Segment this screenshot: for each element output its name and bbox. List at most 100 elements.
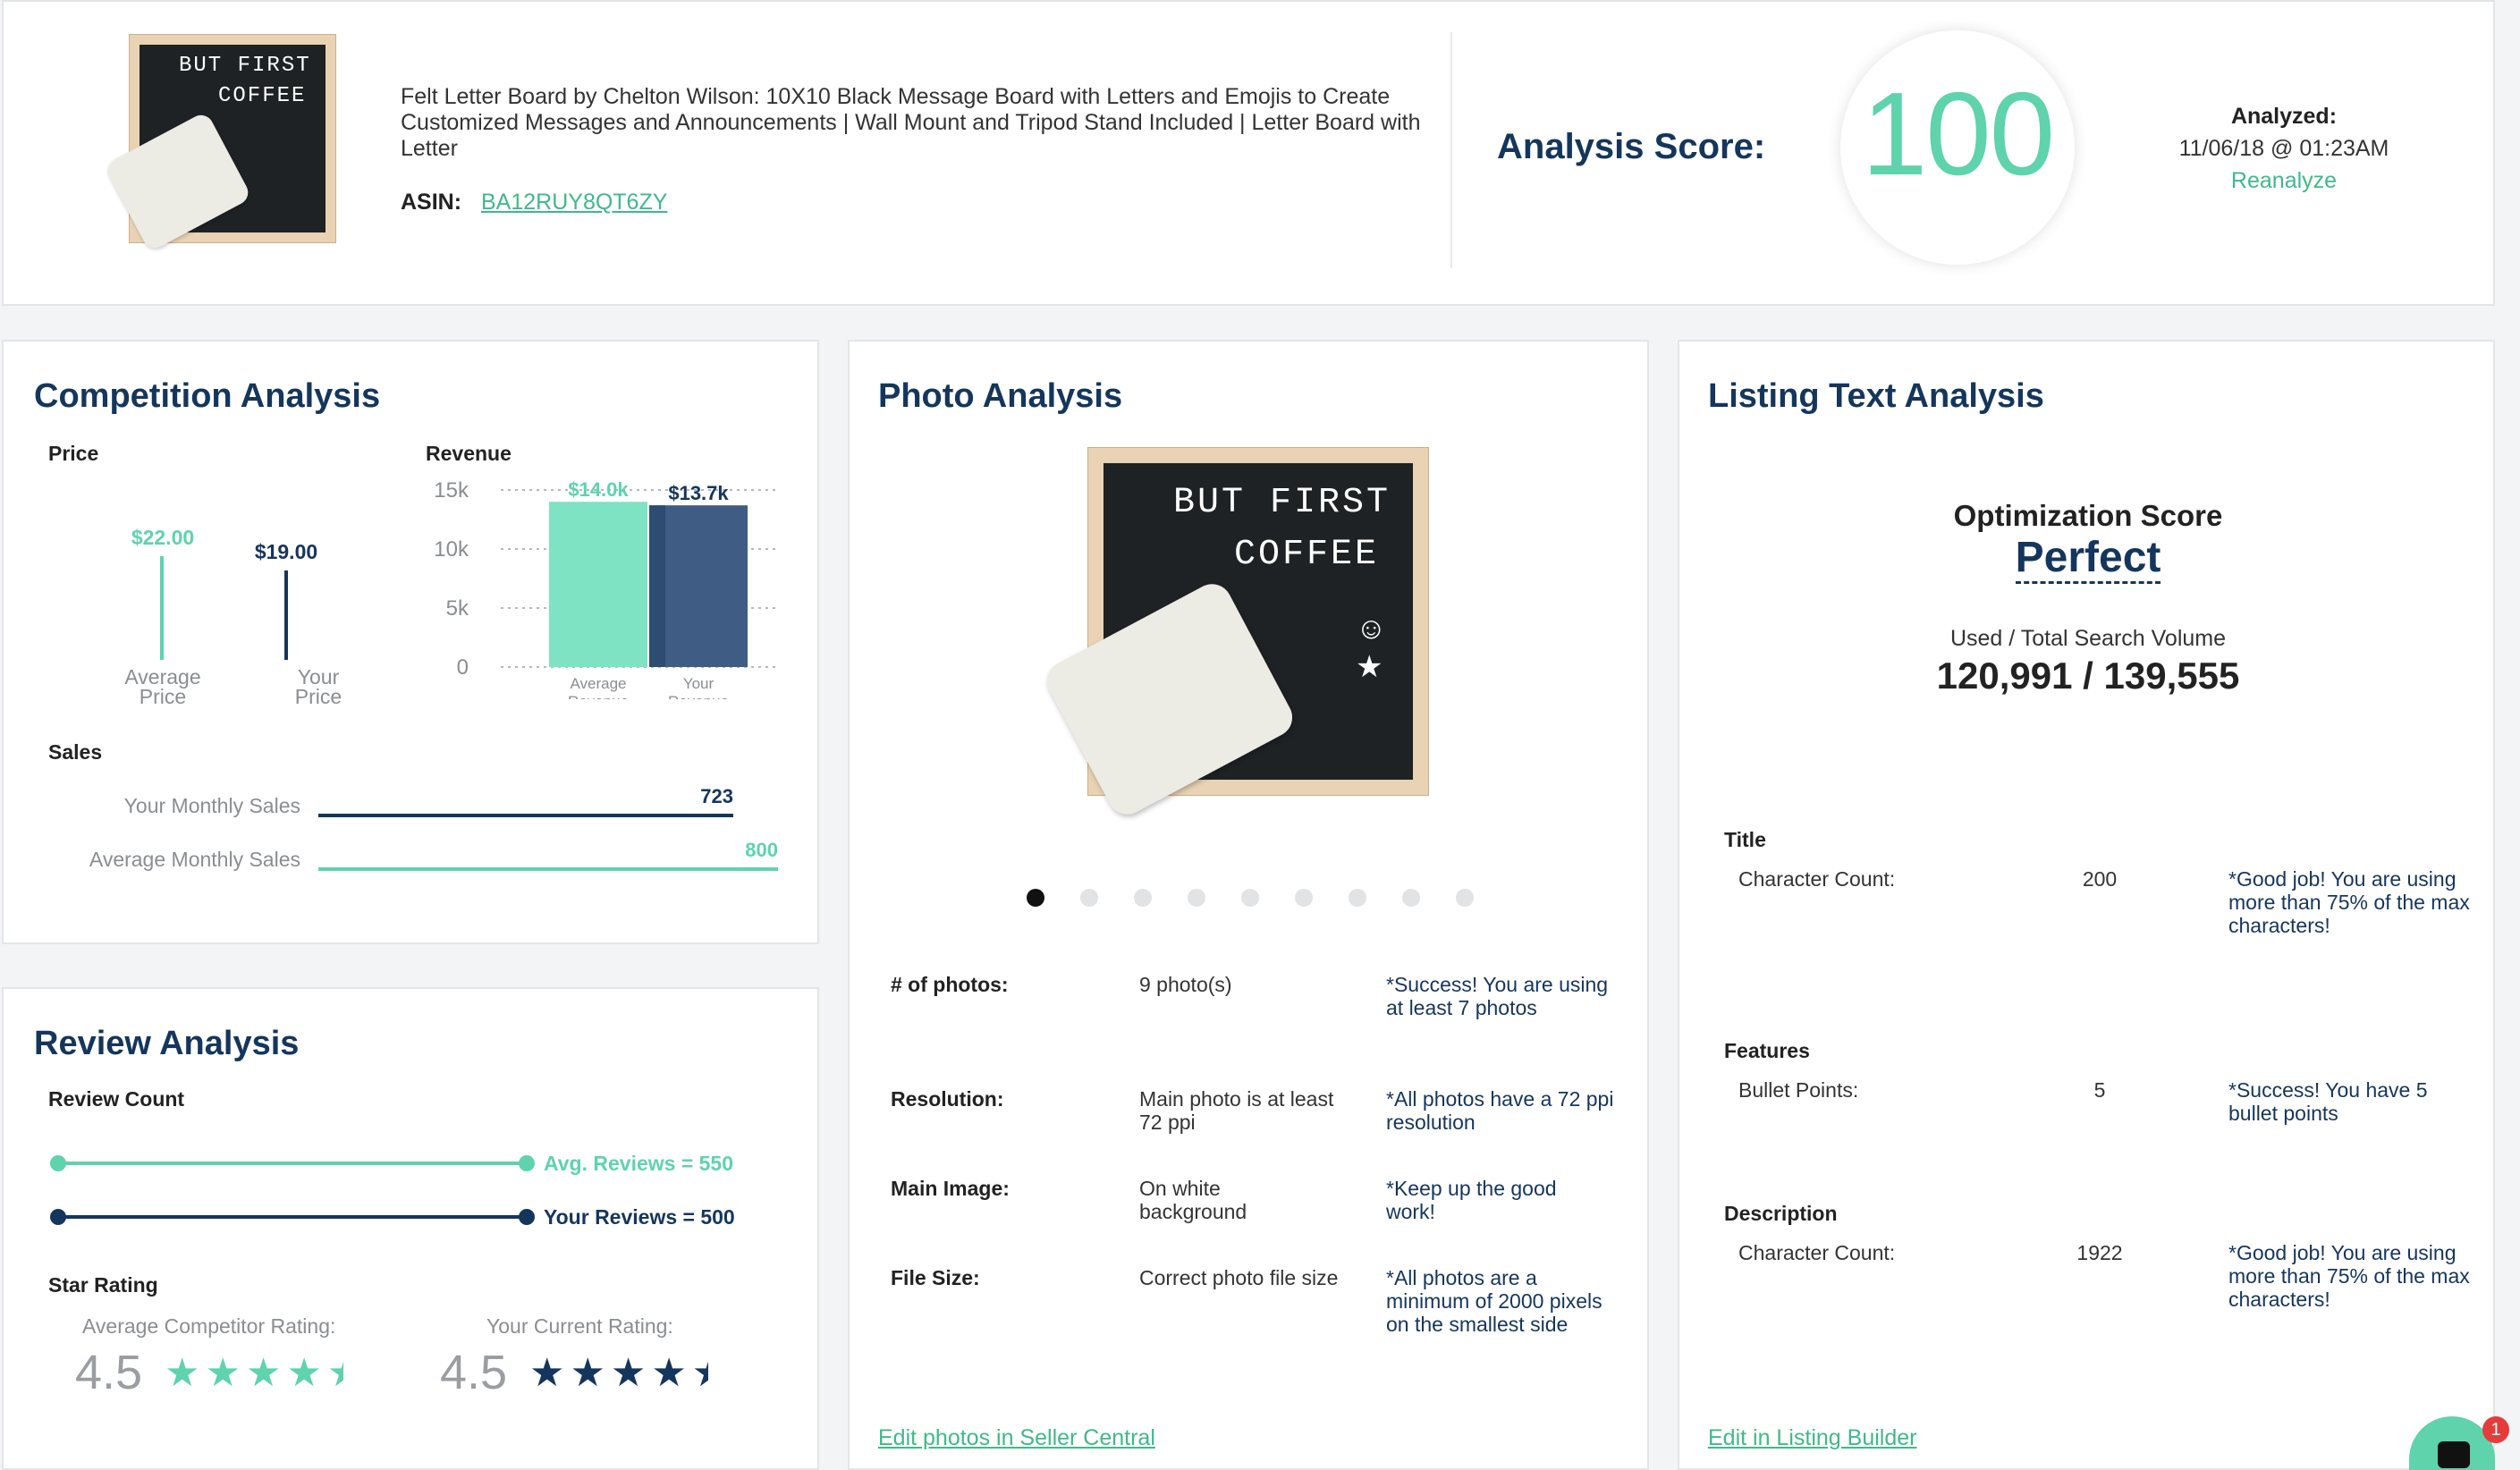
revenue-tick-label: 10k <box>434 537 469 562</box>
photo-row-note: *All photos have a 72 ppi resolution <box>1386 1087 1614 1134</box>
revenue-tick-label: 0 <box>457 655 469 680</box>
chat-icon <box>2438 1441 2470 1468</box>
carousel-dot-8[interactable] <box>1402 889 1420 907</box>
your-price-value: $19.00 <box>254 540 318 563</box>
listing-section-note: *Good job! You are using more than 75% o… <box>2228 1241 2470 1311</box>
product-thumbnail: BUT FIRST COFFEE <box>103 34 336 253</box>
revenue-chart: 15k10k5k0$14.0k$13.7kAverageRevenueYourR… <box>434 478 778 699</box>
chat-notification-badge: 1 <box>2482 1416 2509 1443</box>
board-text-line1: BUT FIRST <box>179 54 311 78</box>
avg-sales-bar <box>318 867 778 871</box>
reanalyze-link[interactable]: Reanalyze <box>2105 168 2463 194</box>
photo-row-label: File Size: <box>891 1266 980 1289</box>
listing-section-label: Bullet Points: <box>1738 1078 1859 1102</box>
listing-section-title: Title <box>1724 828 1766 851</box>
listing-section-title: Description <box>1724 1202 1838 1225</box>
listing-text-analysis-card: Listing Text Analysis Optimization Score… <box>1678 340 2495 1470</box>
listing-section-note: *Good job! You are using more than 75% o… <box>2228 867 2470 937</box>
star-rating-label: Star Rating <box>48 1273 158 1297</box>
analysis-score-circle: 100 <box>1840 30 2075 265</box>
analysis-score-value: 100 <box>1861 68 2055 199</box>
avg-price-caption-2: Price <box>139 685 187 708</box>
your-reviews-label: Your Reviews = 500 <box>544 1205 735 1229</box>
optimization-score-label: Optimization Score <box>1953 499 2223 532</box>
optimization-score-value: Perfect <box>1679 533 2497 584</box>
carousel-dot-7[interactable] <box>1349 889 1366 907</box>
your-price-bar <box>284 570 288 660</box>
avg-price-value: $22.00 <box>131 526 195 549</box>
photo-row-note: *All photos are a minimum of 2000 pixels… <box>1386 1266 1602 1336</box>
edit-listing-builder-link[interactable]: Edit in Listing Builder <box>1708 1425 1916 1451</box>
avg-revenue-bar <box>549 502 647 667</box>
photo-row-label: Main Image: <box>891 1177 1010 1200</box>
listing-section-title: Features <box>1724 1039 1810 1062</box>
avg-price-bar <box>160 556 164 660</box>
edit-photos-link[interactable]: Edit photos in Seller Central <box>878 1425 1155 1451</box>
asin-label: ASIN: <box>401 190 462 215</box>
search-volume-value: 120,991 / 139,555 <box>1936 655 2240 697</box>
photo-row-note: *Success! You are using at least 7 photo… <box>1386 973 1609 1019</box>
photo-row-value: Correct photo file size <box>1139 1266 1339 1289</box>
header-divider <box>1450 32 1452 268</box>
avg-revenue-value-label: $14.0k <box>568 478 629 501</box>
your-sales-bar <box>318 814 733 817</box>
carousel-dot-3[interactable] <box>1134 889 1152 907</box>
review-analysis-card: Review Analysis Review Count Avg. Review… <box>2 987 819 1470</box>
revenue-tick-label: 5k <box>446 596 469 621</box>
sales-label: Sales <box>48 740 103 764</box>
photo-row-value: 9 photo(s) <box>1139 973 1232 996</box>
listing-section-value: 200 <box>2082 867 2118 891</box>
carousel-dot-1[interactable] <box>1027 889 1044 907</box>
carousel-dot-5[interactable] <box>1241 889 1259 907</box>
your-rating-label: Your Current Rating: <box>486 1314 673 1338</box>
your-revenue-value-label: $13.7k <box>668 482 729 504</box>
avg-reviews-bar <box>57 1162 527 1165</box>
photo-row-note: *Keep up the good work! <box>1386 1177 1557 1223</box>
listing-section-value: 5 <box>2093 1078 2106 1102</box>
photo-analysis-card: Photo Analysis BUT FIRST COFFEE ☺ ★ # of… <box>848 340 1649 1470</box>
your-rating-stars-icon: ★★★★★ <box>529 1351 708 1395</box>
avg-rating-label: Average Competitor Rating: <box>82 1314 336 1338</box>
photo-row-label: # of photos: <box>891 973 1009 996</box>
price-label: Price <box>48 442 99 465</box>
optimization-score-text: Perfect <box>2015 534 2161 584</box>
your-rating-value: 4.5 <box>440 1346 508 1399</box>
revenue-category-label: Revenue <box>668 693 729 699</box>
avg-reviews-end-dot <box>519 1155 535 1171</box>
main-product-photo: BUT FIRST COFFEE ☺ ★ <box>1040 447 1429 822</box>
revenue-category-label: Revenue <box>568 693 629 699</box>
listing-text-analysis-title: Listing Text Analysis <box>1708 377 2044 415</box>
asin-link[interactable]: BA12RUY8QT6ZY <box>481 190 667 215</box>
listing-section-label: Character Count: <box>1738 1241 1896 1264</box>
carousel-dot-6[interactable] <box>1295 889 1313 907</box>
product-title: Felt Letter Board by Chelton Wilson: 10X… <box>401 84 1421 161</box>
photo-star-icon: ★ <box>1356 650 1383 684</box>
carousel-dot-2[interactable] <box>1080 889 1098 907</box>
listing-section-value: 1922 <box>2076 1241 2123 1264</box>
avg-rating-stars-icon: ★★★★★ <box>165 1351 343 1395</box>
analysis-score-label: Analysis Score: <box>1497 127 1766 166</box>
photo-row-value: Main photo is at least 72 ppi <box>1139 1087 1334 1134</box>
analyzed-label: Analyzed: <box>2230 104 2338 129</box>
avg-reviews-start-dot <box>50 1155 66 1171</box>
product-header-card: BUT FIRST COFFEE Felt Letter Board by Ch… <box>2 0 2495 306</box>
photo-board-text-line1: BUT FIRST <box>1173 483 1391 523</box>
revenue-tick-label: 15k <box>434 478 469 503</box>
photo-emoji-icon: ☺ <box>1356 612 1387 646</box>
review-analysis-title: Review Analysis <box>34 1025 300 1062</box>
carousel-dot-9[interactable] <box>1456 889 1474 907</box>
your-sales-value: 723 <box>700 785 733 807</box>
photo-row-label: Resolution: <box>891 1087 1004 1111</box>
your-reviews-start-dot <box>50 1209 66 1225</box>
listing-section-label: Character Count: <box>1738 867 1896 891</box>
avg-sales-value: 800 <box>745 839 778 861</box>
competition-analysis-card: Competition Analysis Price $22.00 Averag… <box>2 340 819 944</box>
avg-reviews-label: Avg. Reviews = 550 <box>544 1152 734 1175</box>
carousel-dot-4[interactable] <box>1188 889 1205 907</box>
your-price-caption-2: Price <box>294 685 342 708</box>
revenue-category-label: Average <box>570 675 626 692</box>
analyzed-date: 11/06/18 @ 01:23AM <box>2178 136 2389 161</box>
revenue-label: Revenue <box>426 442 512 465</box>
competition-analysis-title: Competition Analysis <box>34 377 381 415</box>
your-sales-label: Your Monthly Sales <box>123 794 300 817</box>
